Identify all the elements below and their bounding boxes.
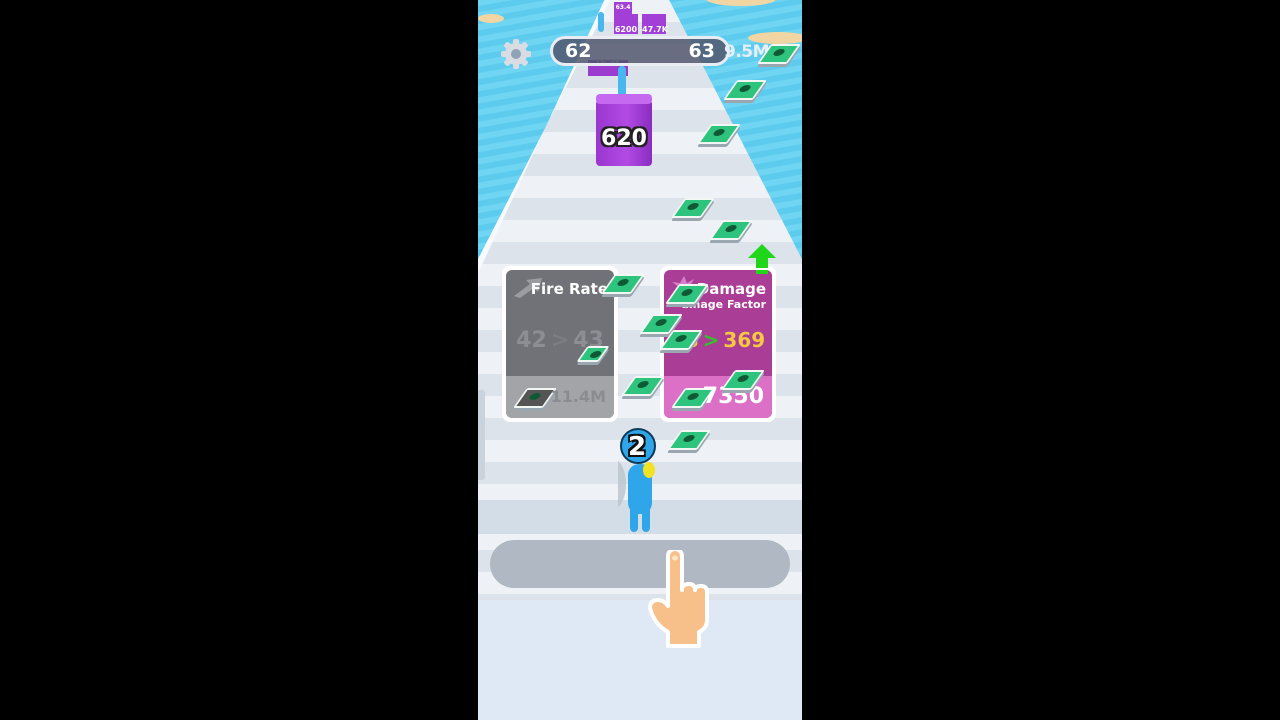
upgrade-available-arrow-icon (748, 244, 776, 274)
next-level: 63 (688, 40, 715, 62)
block-top (596, 94, 652, 104)
far-block-value: 63.4 (615, 4, 631, 11)
game-viewport[interactable]: 6200 47.7K 63.4 16.3K 620 62 63 9.5M (478, 0, 802, 720)
swipe-control-bar[interactable] (490, 540, 790, 588)
far-block: 63.4 (614, 2, 632, 14)
level-progress-bar: 62 63 (550, 36, 730, 66)
tutorial-hand-icon (648, 550, 709, 648)
track-foreground (478, 600, 802, 720)
value-separator: > (702, 328, 720, 352)
far-block-value: 6200 (614, 25, 638, 34)
upgrade-cost: 11.4M (550, 387, 606, 406)
value-from: 42 (516, 328, 547, 353)
far-enemy (598, 12, 604, 32)
gear-icon[interactable] (498, 36, 534, 72)
edge-handle[interactable] (478, 390, 485, 480)
upgrade-card-fire-rate[interactable]: Fire Rate 42 >43 11.4M (502, 266, 618, 422)
far-block: 6200 (614, 14, 638, 34)
far-block-value: 47.7K (642, 25, 668, 34)
current-level: 62 (565, 40, 592, 62)
cost-row: 11.4M (506, 376, 614, 418)
card-title: Fire Rate (530, 280, 608, 298)
obstacle-block-value: 620 (601, 126, 647, 151)
value-separator: > (550, 328, 570, 353)
sand-island (478, 14, 504, 23)
far-block: 47.7K (642, 14, 668, 34)
player-badge-number: 2 (628, 432, 647, 462)
obstacle-block: 620 (596, 94, 652, 166)
value-to: 369 (723, 328, 766, 352)
